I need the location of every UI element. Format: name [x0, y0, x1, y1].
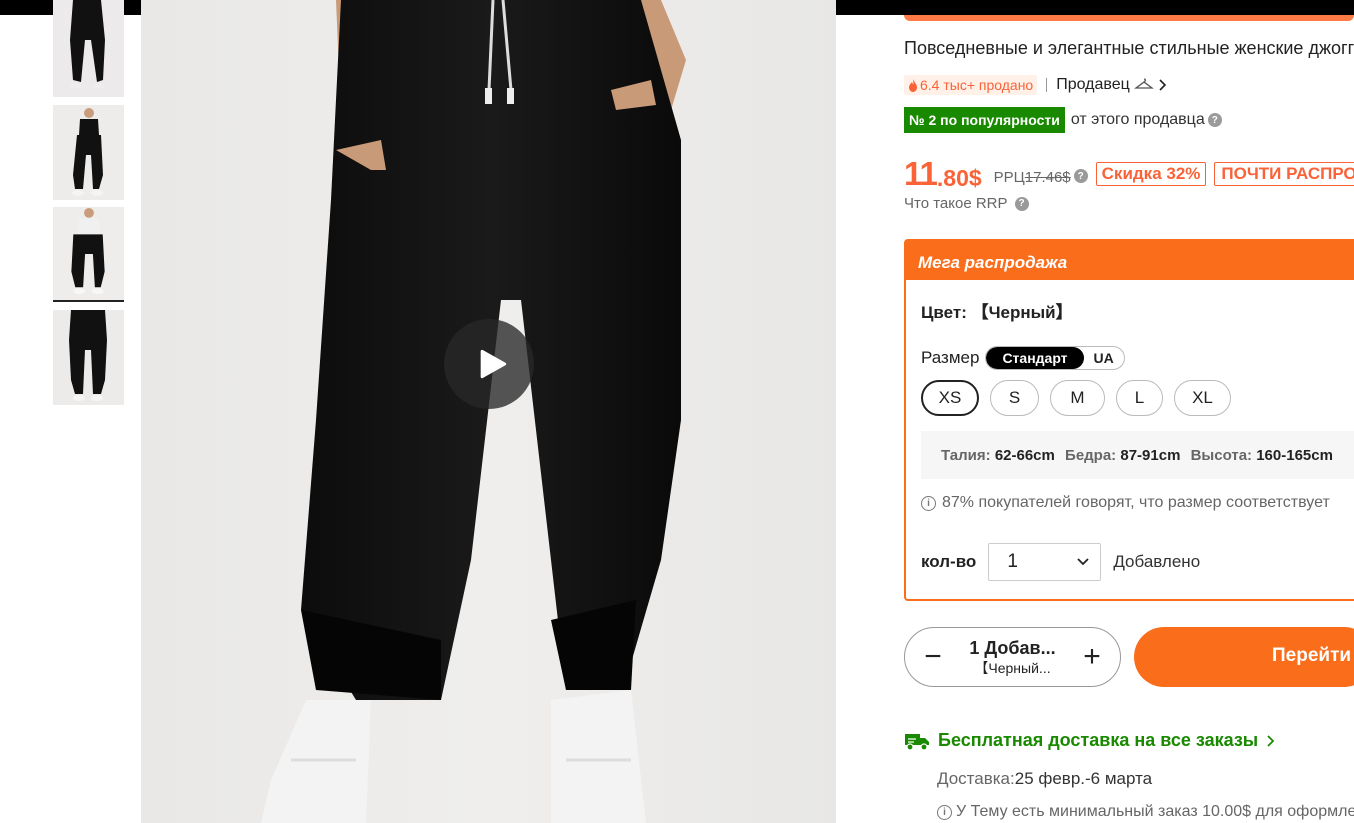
play-icon: [480, 349, 507, 379]
cart-summary-count: 1 Добав...: [969, 638, 1056, 658]
popularity-row: № 2 по популярности от этого продавца ?: [904, 107, 1222, 133]
help-icon[interactable]: ?: [1207, 113, 1222, 127]
color-row: Цвет: 【Черный】: [921, 298, 1073, 323]
size-option-xs[interactable]: XS: [921, 380, 979, 416]
size-measurements: Талия: 62-66cm Бедра: 87-91cm Высота: 16…: [921, 431, 1354, 479]
price-cents: .80$: [936, 164, 982, 191]
color-label: Цвет:: [921, 303, 967, 322]
quantity-label: кол-во: [921, 552, 977, 571]
height-value: 160-165cm: [1256, 447, 1333, 464]
chevron-right-icon: [1159, 79, 1166, 91]
color-value: 【Черный】: [971, 303, 1073, 322]
size-option-l[interactable]: L: [1116, 380, 1163, 416]
sold-badge: 6.4 тыс+ продано: [904, 75, 1038, 95]
hips-label: Бедра:: [1065, 447, 1117, 464]
product-main-image: [141, 0, 836, 823]
rrp-value: 17.46$: [1024, 168, 1071, 186]
mega-sale-box: Мега распродажа Цвет: 【Черный】 Размер Ст…: [904, 239, 1354, 601]
delivery-value: 25 февр.-6 марта: [1014, 769, 1153, 788]
quantity-row: кол-во 1 Добавлено: [921, 543, 1200, 581]
info-icon: i: [937, 804, 952, 820]
almost-sold-badge: ПОЧТИ РАСПРОДАНО: [1214, 162, 1354, 186]
go-to-cart-button[interactable]: Перейти: [1134, 627, 1354, 687]
size-row: Размер Стандарт UA: [921, 346, 1125, 370]
mega-sale-header: Мега распродажа: [906, 241, 1354, 280]
product-title: Повседневные и элегантные стильные женск…: [904, 38, 1354, 58]
size-option-s[interactable]: S: [990, 380, 1039, 416]
chevron-right-icon: [1267, 734, 1275, 747]
rank-suffix: от этого продавца: [1070, 111, 1205, 128]
rrp-question: Что такое RRP: [904, 195, 1008, 212]
fit-info: i 87% покупателей говорят, что размер со…: [921, 494, 1330, 512]
size-system-standard[interactable]: Стандарт: [986, 347, 1084, 369]
thumbnail-image[interactable]: [53, 105, 124, 200]
size-option-xl[interactable]: XL: [1174, 380, 1231, 416]
rrp-label: РРЦ: [993, 168, 1025, 186]
rank-badge: № 2 по популярности: [904, 107, 1065, 133]
size-option-m[interactable]: M: [1050, 380, 1105, 416]
free-shipping-link[interactable]: Бесплатная доставка на все заказы: [904, 730, 1276, 751]
help-icon[interactable]: ?: [1073, 169, 1088, 183]
truck-icon: [905, 733, 929, 751]
min-order-note: i У Тему есть минимальный заказ 10.00$ д…: [937, 803, 1354, 821]
waist-label: Талия:: [941, 447, 991, 464]
min-order-text: У Тему есть минимальный заказ 10.00$ для…: [956, 803, 1354, 820]
thumbnail-image[interactable]: [53, 207, 124, 302]
divider: [1046, 78, 1048, 92]
product-info-panel: Повседневные и элегантные стильные женск…: [904, 0, 1354, 823]
thumbnail-image[interactable]: [53, 310, 124, 405]
decrement-button[interactable]: −: [921, 642, 945, 672]
sold-count: 6.4 тыс+ продано: [920, 77, 1034, 93]
play-video-button[interactable]: [444, 319, 534, 409]
delivery-label: Доставка:: [937, 769, 1015, 788]
size-label: Размер: [921, 348, 980, 367]
free-shipping-text: Бесплатная доставка на все заказы: [938, 730, 1259, 750]
seller-label: Продавец: [1056, 76, 1130, 93]
help-icon: ?: [1014, 196, 1029, 211]
hanger-icon: [1133, 78, 1154, 89]
rrp-explainer[interactable]: Что такое RRP ?: [904, 195, 1029, 212]
flame-icon: [909, 78, 917, 92]
waist-value: 62-66cm: [994, 447, 1055, 464]
sales-row: 6.4 тыс+ продано Продавец: [904, 74, 1168, 96]
cart-quantity-stepper: − 1 Добав... 【Черный... +: [904, 627, 1121, 687]
delivery-dates: Доставка:25 февр.-6 марта: [937, 769, 1152, 789]
increment-button[interactable]: +: [1080, 642, 1104, 672]
size-options: XS S M L XL: [921, 380, 1242, 416]
thumbnail-image[interactable]: [53, 0, 124, 97]
hips-value: 87-91cm: [1120, 447, 1181, 464]
quantity-added-label: Добавлено: [1113, 552, 1201, 571]
price-main: 11: [904, 155, 938, 192]
seller-link[interactable]: Продавец: [1056, 76, 1168, 94]
chevron-down-icon: [1077, 558, 1089, 566]
height-label: Высота:: [1190, 447, 1253, 464]
info-icon: i: [921, 495, 936, 511]
cart-summary-variant: 【Черный...: [974, 659, 1051, 676]
fit-text: 87% покупателей говорят, что размер соот…: [942, 494, 1330, 511]
discount-badge: Скидка 32%: [1095, 162, 1207, 186]
quantity-value: 1: [1007, 551, 1018, 572]
quantity-select[interactable]: 1: [988, 543, 1102, 581]
size-system-toggle: Стандарт UA: [985, 346, 1125, 370]
cart-summary: 1 Добав... 【Черный...: [969, 637, 1055, 677]
size-system-ua[interactable]: UA: [1084, 347, 1124, 369]
price-row: 11 .80$ РРЦ 17.46$ ? Скидка 32% ПОЧТИ РА…: [904, 155, 1354, 192]
